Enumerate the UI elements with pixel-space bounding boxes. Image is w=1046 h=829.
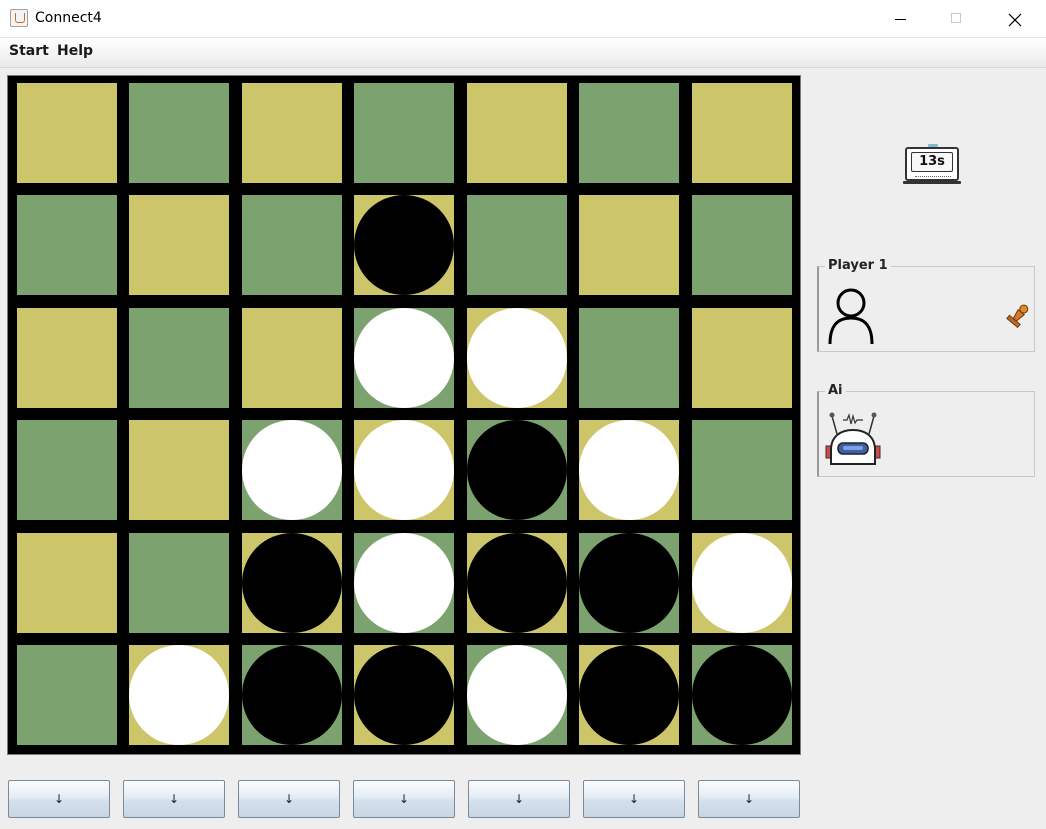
board-cell-r4-c5 (467, 420, 567, 520)
board-cell-r1-c5 (467, 83, 567, 183)
board-cell-r6-c7 (692, 645, 792, 745)
board-cell-r3-c6 (579, 308, 679, 408)
white-disc (242, 420, 342, 520)
window-title: Connect4 (35, 10, 102, 26)
board-cell-r6-c6 (579, 645, 679, 745)
board-cell-r4-c3 (242, 420, 342, 520)
black-disc (579, 533, 679, 633)
board-cell-r1-c1 (17, 83, 117, 183)
board-cell-r6-c3 (242, 645, 342, 745)
black-disc (354, 645, 454, 745)
board-cell-r6-c4 (354, 645, 454, 745)
board-cell-r5-c5 (467, 533, 567, 633)
board-cell-r2-c2 (129, 195, 229, 295)
person-icon (828, 288, 874, 345)
black-disc (692, 645, 792, 745)
board-cell-r2-c1 (17, 195, 117, 295)
board-cell-r5-c1 (17, 533, 117, 633)
white-disc (692, 533, 792, 633)
board-cell-r2-c4 (354, 195, 454, 295)
board-cell-r1-c3 (242, 83, 342, 183)
drop-button-col-5[interactable]: ↓ (468, 780, 570, 818)
pawn-icon (1006, 304, 1029, 329)
board-cell-r5-c3 (242, 533, 342, 633)
ai-panel: Ai (817, 383, 1035, 477)
board-cell-r4-c6 (579, 420, 679, 520)
timer-base (903, 181, 961, 184)
drop-button-col-3[interactable]: ↓ (238, 780, 340, 818)
menu-help[interactable]: Help (57, 43, 93, 59)
white-disc (354, 308, 454, 408)
board-cell-r1-c7 (692, 83, 792, 183)
java-app-icon (10, 9, 28, 27)
player-panel-title: Player 1 (825, 258, 891, 273)
white-disc (354, 533, 454, 633)
board-cell-r2-c7 (692, 195, 792, 295)
title-bar: Connect4 (0, 0, 1046, 38)
turn-timer: 13s (903, 144, 961, 186)
board-cell-r3-c7 (692, 308, 792, 408)
timer-dots (915, 176, 951, 179)
board-cell-r4-c1 (17, 420, 117, 520)
minimize-button[interactable] (877, 0, 923, 38)
drop-button-col-7[interactable]: ↓ (698, 780, 800, 818)
board-cell-r6-c1 (17, 645, 117, 745)
drop-button-col-4[interactable]: ↓ (353, 780, 455, 818)
board-cell-r4-c7 (692, 420, 792, 520)
board-cell-r5-c2 (129, 533, 229, 633)
board-cell-r5-c4 (354, 533, 454, 633)
board-cell-r5-c7 (692, 533, 792, 633)
white-disc (579, 420, 679, 520)
menu-bar: Start Help (0, 38, 1046, 68)
board-cell-r5-c6 (579, 533, 679, 633)
drop-button-col-1[interactable]: ↓ (8, 780, 110, 818)
black-disc (467, 420, 567, 520)
black-disc (242, 645, 342, 745)
board-cell-r2-c5 (467, 195, 567, 295)
menu-start[interactable]: Start (9, 43, 49, 59)
close-button[interactable] (992, 0, 1038, 38)
board-cell-r1-c2 (129, 83, 229, 183)
player-panel: Player 1 (817, 258, 1035, 352)
timer-value: 13s (911, 152, 953, 172)
white-disc (129, 645, 229, 745)
board-cell-r4-c4 (354, 420, 454, 520)
board-cell-r2-c3 (242, 195, 342, 295)
timer-body: 13s (905, 147, 959, 181)
board-cell-r4-c2 (129, 420, 229, 520)
robot-icon (825, 412, 881, 465)
board-cell-r1-c4 (354, 83, 454, 183)
drop-button-col-6[interactable]: ↓ (583, 780, 685, 818)
board-cell-r3-c1 (17, 308, 117, 408)
white-disc (467, 308, 567, 408)
black-disc (242, 533, 342, 633)
white-disc (467, 645, 567, 745)
black-disc (467, 533, 567, 633)
maximize-button[interactable] (933, 0, 979, 38)
black-disc (354, 195, 454, 295)
ai-panel-title: Ai (825, 383, 846, 398)
board-cell-r3-c2 (129, 308, 229, 408)
board-cell-r3-c3 (242, 308, 342, 408)
drop-button-col-2[interactable]: ↓ (123, 780, 225, 818)
white-disc (354, 420, 454, 520)
game-board (7, 75, 801, 755)
board-cell-r1-c6 (579, 83, 679, 183)
board-cell-r6-c5 (467, 645, 567, 745)
board-cell-r6-c2 (129, 645, 229, 745)
board-cell-r3-c4 (354, 308, 454, 408)
board-cell-r3-c5 (467, 308, 567, 408)
black-disc (579, 645, 679, 745)
close-icon (1008, 13, 1022, 27)
board-cell-r2-c6 (579, 195, 679, 295)
